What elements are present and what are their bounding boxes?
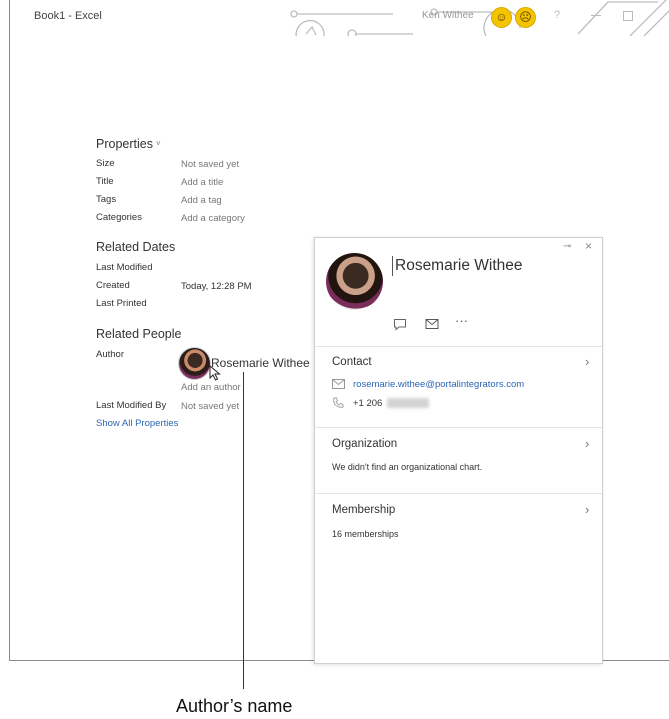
user-name[interactable]: Ken Withee <box>422 10 474 21</box>
related-dates-heading: Related Dates <box>96 240 176 254</box>
contact-avatar <box>326 253 383 310</box>
properties-heading[interactable]: Properties ˅ <box>96 137 161 151</box>
card-divider <box>315 493 602 494</box>
callout-line <box>243 372 244 689</box>
contact-chevron-right-icon[interactable]: › <box>585 354 589 369</box>
last-printed-label: Last Printed <box>96 298 147 309</box>
categories-label: Categories <box>96 212 142 223</box>
contact-name: Rosemarie Withee <box>395 257 523 274</box>
contact-actions: ··· <box>393 313 483 334</box>
phone-icon <box>333 397 344 408</box>
properties-heading-label: Properties <box>96 137 153 151</box>
chevron-down-icon[interactable]: ˅ <box>156 139 161 148</box>
app-title: Book1 - Excel <box>34 10 102 22</box>
author-name[interactable]: Rosemarie Withee <box>211 356 310 370</box>
minimize-icon[interactable] <box>591 15 601 16</box>
size-label: Size <box>96 158 115 169</box>
mail-icon[interactable] <box>425 318 439 330</box>
size-value: Not saved yet <box>181 159 240 170</box>
contact-phone[interactable]: +1 206 <box>353 398 382 409</box>
callout-label: Author’s name <box>176 696 293 716</box>
card-divider <box>315 346 602 347</box>
text-cursor <box>392 256 393 276</box>
author-label: Author <box>96 349 124 360</box>
title-label: Title <box>96 176 114 187</box>
restore-icon[interactable] <box>623 11 633 21</box>
membership-section-title[interactable]: Membership <box>332 504 395 516</box>
contact-card: ⊸ × Rosemarie Withee ··· Contact › rosem… <box>314 237 603 664</box>
organization-message: We didn't find an organizational chart. <box>332 462 483 472</box>
created-label: Created <box>96 280 130 291</box>
last-modified-by-value: Not saved yet <box>181 401 240 412</box>
categories-field[interactable]: Add a category <box>181 213 245 224</box>
title-field[interactable]: Add a title <box>181 177 223 188</box>
related-people-heading: Related People <box>96 327 182 341</box>
close-icon[interactable]: × <box>585 239 592 253</box>
add-author-field[interactable]: Add an author <box>181 382 241 393</box>
send-smile-icon[interactable]: ☺ <box>491 7 512 28</box>
card-divider <box>315 427 602 428</box>
last-modified-label: Last Modified <box>96 262 153 273</box>
contact-email-link[interactable]: rosemarie.withee@portalintegrators.com <box>353 379 524 390</box>
send-frown-icon[interactable]: ☹ <box>515 7 536 28</box>
author-avatar[interactable] <box>179 348 210 379</box>
organization-chevron-right-icon[interactable]: › <box>585 436 589 451</box>
tags-field[interactable]: Add a tag <box>181 195 222 206</box>
tags-label: Tags <box>96 194 117 205</box>
help-icon[interactable]: ? <box>554 9 560 21</box>
contact-section-title[interactable]: Contact <box>332 356 372 368</box>
organization-section-title[interactable]: Organization <box>332 438 397 450</box>
mouse-pointer-icon <box>209 365 221 381</box>
chat-icon[interactable] <box>393 318 407 331</box>
membership-count: 16 memberships <box>332 529 399 539</box>
created-value: Today, 12:28 PM <box>181 281 252 292</box>
membership-chevron-right-icon[interactable]: › <box>585 502 589 517</box>
email-icon <box>332 379 345 389</box>
show-all-properties-link[interactable]: Show All Properties <box>96 418 178 429</box>
phone-redaction <box>387 398 429 408</box>
last-modified-by-label: Last Modified By <box>96 400 167 411</box>
more-options-icon[interactable]: ··· <box>455 313 468 328</box>
pin-icon[interactable]: ⊸ <box>563 241 571 252</box>
title-bar: Book1 - Excel Ken Withee ☺ ☹ ? <box>10 0 669 36</box>
